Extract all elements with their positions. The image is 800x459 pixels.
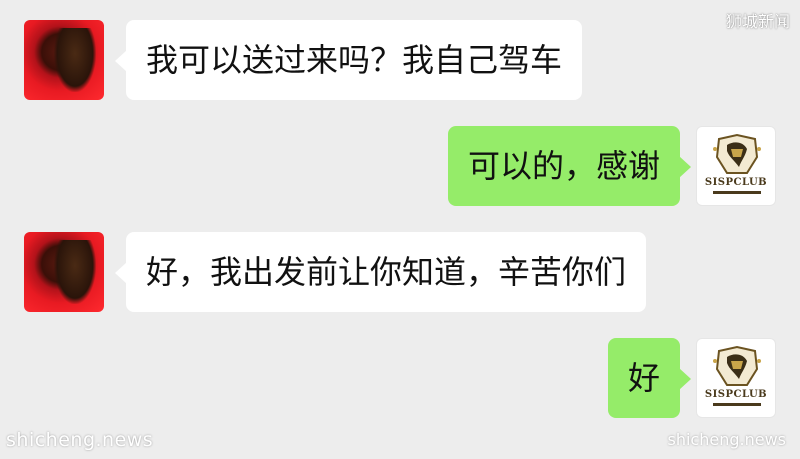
sender-avatar[interactable] [24,20,104,100]
own-avatar[interactable]: SISPCLUB [696,338,776,418]
own-avatar[interactable]: SISPCLUB [696,126,776,206]
red-photo-avatar-icon [54,240,96,304]
sispclub-logo-icon [713,345,761,406]
outgoing-message-bubble[interactable]: 好 [607,338,692,418]
logo-text: SISPCLUB [704,177,768,188]
sender-avatar[interactable] [24,232,104,312]
message-text: 可以的，感谢 [467,147,660,185]
incoming-message-bubble[interactable]: 我可以送过来吗？我自己驾车 [114,20,583,100]
message-text: 我可以送过来吗？我自己驾车 [146,41,563,79]
watermark-bottom-right: shicheng.news [667,430,787,449]
message-text: 好 [627,359,660,397]
red-photo-avatar-icon [54,28,96,92]
watermark-top-right: 狮城新闻 [725,12,790,31]
message-text: 好，我出发前让你知道，辛苦你们 [146,253,627,291]
logo-text: SISPCLUB [704,389,768,400]
sispclub-logo-icon [713,133,761,194]
outgoing-message-bubble[interactable]: 可以的，感谢 [447,126,692,206]
watermark-bottom-left: shicheng.news [6,429,154,451]
incoming-message-bubble[interactable]: 好，我出发前让你知道，辛苦你们 [114,232,647,312]
